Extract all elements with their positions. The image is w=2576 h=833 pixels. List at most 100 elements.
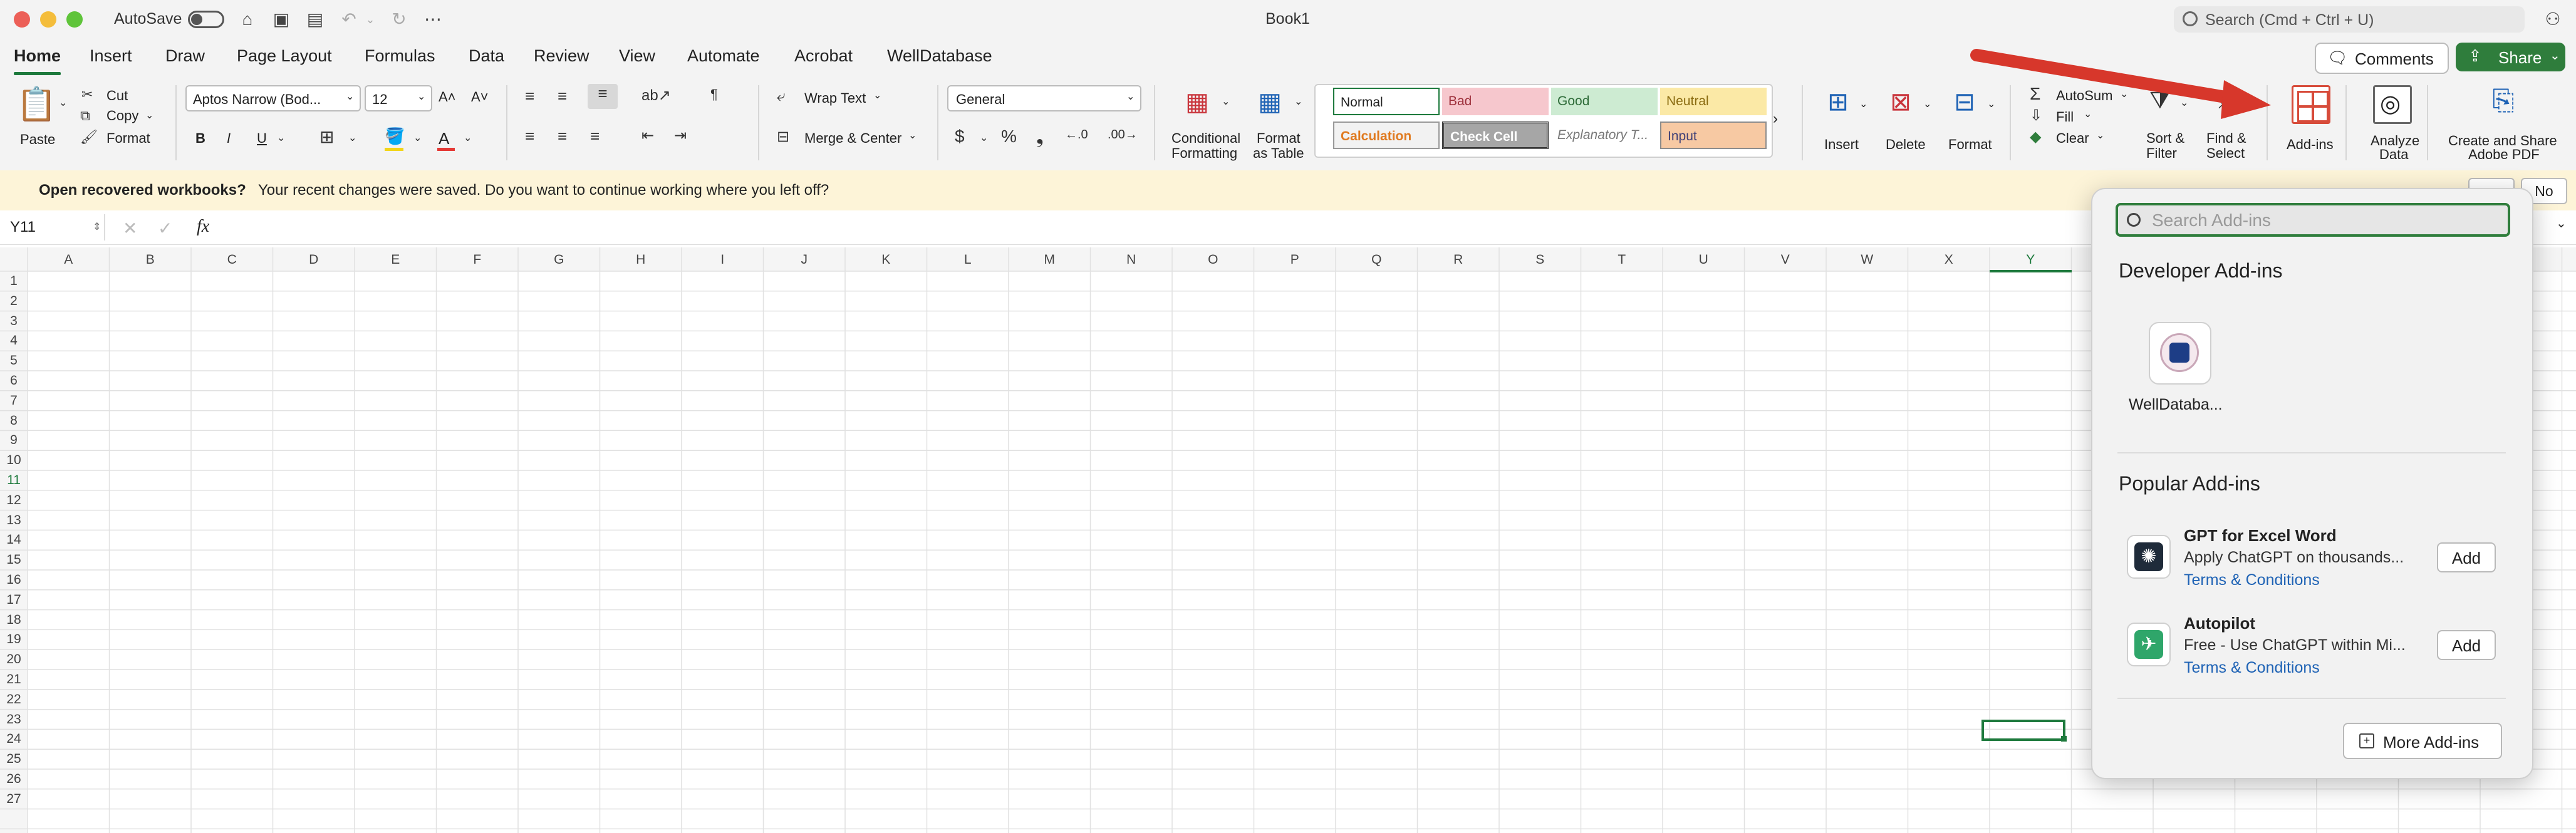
cancel-entry-icon[interactable]: ✕ xyxy=(123,218,137,239)
merge-center-dropdown-icon[interactable]: ⌄ xyxy=(908,129,917,142)
column-header-h[interactable]: H xyxy=(600,252,682,267)
column-header-a[interactable]: A xyxy=(28,252,110,267)
tab-automate[interactable]: Automate xyxy=(687,46,760,66)
clear-dropdown-icon[interactable]: ⌄ xyxy=(2096,129,2104,142)
column-header-u[interactable]: U xyxy=(1663,252,1745,267)
insert-cells-icon[interactable]: ⊞ xyxy=(1818,88,1858,123)
column-header-o[interactable]: O xyxy=(1172,252,1254,267)
row-header-14[interactable]: 14 xyxy=(0,532,28,547)
format-cells-label[interactable]: Format xyxy=(1948,137,1992,153)
copy-label[interactable]: Copy xyxy=(106,108,138,124)
tab-welldatabase[interactable]: WellDatabase xyxy=(887,46,992,66)
row-header-11[interactable]: 11 xyxy=(0,473,28,488)
decrease-font-size-icon[interactable]: A˅ xyxy=(471,89,489,105)
column-header-k[interactable]: K xyxy=(845,252,927,267)
wrap-text-icon[interactable]: ⤶ xyxy=(777,88,785,105)
delete-cells-label[interactable]: Delete xyxy=(1886,137,1926,153)
create-pdf-icon[interactable]: ⎘ xyxy=(2486,85,2521,124)
style-good[interactable]: Good xyxy=(1551,88,1658,115)
row-header-15[interactable]: 15 xyxy=(0,552,28,567)
percent-style-icon[interactable]: % xyxy=(1001,127,1017,147)
gpt-for-excel-add-button[interactable]: Add xyxy=(2437,542,2496,572)
row-header-24[interactable]: 24 xyxy=(0,732,28,747)
tab-data[interactable]: Data xyxy=(469,46,504,66)
align-top-icon[interactable]: ≡ xyxy=(525,86,534,106)
tab-acrobat[interactable]: Acrobat xyxy=(794,46,853,66)
expand-formula-bar-icon[interactable]: ⌄ xyxy=(2556,215,2567,231)
format-as-table-dropdown-icon[interactable]: ⌄ xyxy=(1294,95,1302,108)
cut-label[interactable]: Cut xyxy=(106,88,128,104)
addins-search-input[interactable] xyxy=(2151,209,2504,232)
account-icon[interactable]: ⚇ xyxy=(2542,9,2563,30)
minimize-window-button[interactable] xyxy=(40,11,56,28)
format-as-table-label-1[interactable]: Format xyxy=(1257,130,1301,147)
row-header-19[interactable]: 19 xyxy=(0,632,28,647)
fill-icon[interactable]: ⇩ xyxy=(2030,106,2042,125)
style-neutral[interactable]: Neutral xyxy=(1660,88,1767,115)
column-header-s[interactable]: S xyxy=(1499,252,1581,267)
row-header-27[interactable]: 27 xyxy=(0,792,28,807)
format-cells-dropdown-icon[interactable]: ⌄ xyxy=(1987,98,1995,110)
analyze-data-label-2[interactable]: Data xyxy=(2379,147,2408,163)
name-box[interactable]: Y11 ⇕ xyxy=(0,214,105,241)
borders-dropdown-icon[interactable]: ⌄ xyxy=(348,132,356,144)
tab-home[interactable]: Home xyxy=(14,46,61,66)
accounting-format-icon[interactable]: $ xyxy=(955,127,965,147)
format-as-table-icon[interactable]: ▦ xyxy=(1253,88,1287,122)
autosave-toggle[interactable] xyxy=(188,11,224,28)
decrease-indent-icon[interactable]: ⇤ xyxy=(641,127,654,145)
row-header-7[interactable]: 7 xyxy=(0,393,28,408)
share-button[interactable]: ⇪ Share ⌄ xyxy=(2456,43,2565,71)
font-color-icon[interactable]: A xyxy=(439,129,449,148)
underline-button[interactable]: U xyxy=(257,130,267,147)
column-header-v[interactable]: V xyxy=(1745,252,1827,267)
addins-icon[interactable] xyxy=(2292,85,2330,124)
column-header-f[interactable]: F xyxy=(437,252,519,267)
column-header-c[interactable]: C xyxy=(191,252,273,267)
create-pdf-label-2[interactable]: Adobe PDF xyxy=(2468,147,2540,163)
column-header-p[interactable]: P xyxy=(1254,252,1336,267)
tab-formulas[interactable]: Formulas xyxy=(365,46,435,66)
comma-style-icon[interactable]: ❟ xyxy=(1036,127,1044,148)
orientation-icon[interactable]: ab↗ xyxy=(641,86,671,105)
column-header-x[interactable]: X xyxy=(1908,252,1990,267)
wrap-text-label[interactable]: Wrap Text xyxy=(804,90,866,106)
save-as-icon[interactable]: ▤ xyxy=(304,9,326,30)
tab-draw[interactable]: Draw xyxy=(165,46,205,66)
welldatabase-addin-tile[interactable] xyxy=(2149,322,2211,385)
style-explanatory[interactable]: Explanatory T... xyxy=(1551,122,1658,149)
insert-function-icon[interactable]: fx xyxy=(197,217,209,237)
column-header-q[interactable]: Q xyxy=(1336,252,1418,267)
fill-dropdown-icon[interactable]: ⌄ xyxy=(2084,108,2092,120)
column-header-i[interactable]: I xyxy=(682,252,764,267)
row-header-17[interactable]: 17 xyxy=(0,592,28,608)
italic-button[interactable]: I xyxy=(227,130,231,147)
addins-search-box[interactable] xyxy=(2116,203,2510,237)
paste-icon[interactable]: 📋 xyxy=(16,85,57,124)
bold-button[interactable]: B xyxy=(195,130,205,147)
autopilot-terms-link[interactable]: Terms & Conditions xyxy=(2184,659,2320,677)
conditional-formatting-label-1[interactable]: Conditional xyxy=(1171,130,1240,147)
row-header-3[interactable]: 3 xyxy=(0,314,28,329)
borders-icon[interactable]: ⊞ xyxy=(319,127,334,147)
cut-icon[interactable]: ✂ xyxy=(81,86,93,103)
style-check-cell[interactable]: Check Cell xyxy=(1442,122,1549,149)
row-header-18[interactable]: 18 xyxy=(0,613,28,628)
text-direction-icon[interactable]: ¶ xyxy=(710,86,718,103)
insert-cells-dropdown-icon[interactable]: ⌄ xyxy=(1859,98,1867,110)
wrap-text-dropdown-icon[interactable]: ⌄ xyxy=(873,89,881,101)
format-painter-label[interactable]: Format xyxy=(106,130,150,147)
row-header-20[interactable]: 20 xyxy=(0,652,28,667)
format-cells-icon[interactable]: ⊟ xyxy=(1945,88,1985,123)
align-bottom-icon[interactable]: ≡ xyxy=(588,84,618,109)
align-middle-icon[interactable]: ≡ xyxy=(558,86,567,106)
save-icon[interactable]: ▣ xyxy=(271,9,292,30)
column-header-d[interactable]: D xyxy=(273,252,355,267)
conditional-formatting-dropdown-icon[interactable]: ⌄ xyxy=(1222,95,1230,108)
increase-decimal-icon[interactable]: ←.0 xyxy=(1065,128,1088,142)
comments-button[interactable]: 🗨 Comments xyxy=(2315,43,2449,74)
column-header-y[interactable]: Y xyxy=(1990,252,2072,272)
paste-label[interactable]: Paste xyxy=(20,132,55,148)
style-bad[interactable]: Bad xyxy=(1442,88,1549,115)
row-header-5[interactable]: 5 xyxy=(0,353,28,368)
